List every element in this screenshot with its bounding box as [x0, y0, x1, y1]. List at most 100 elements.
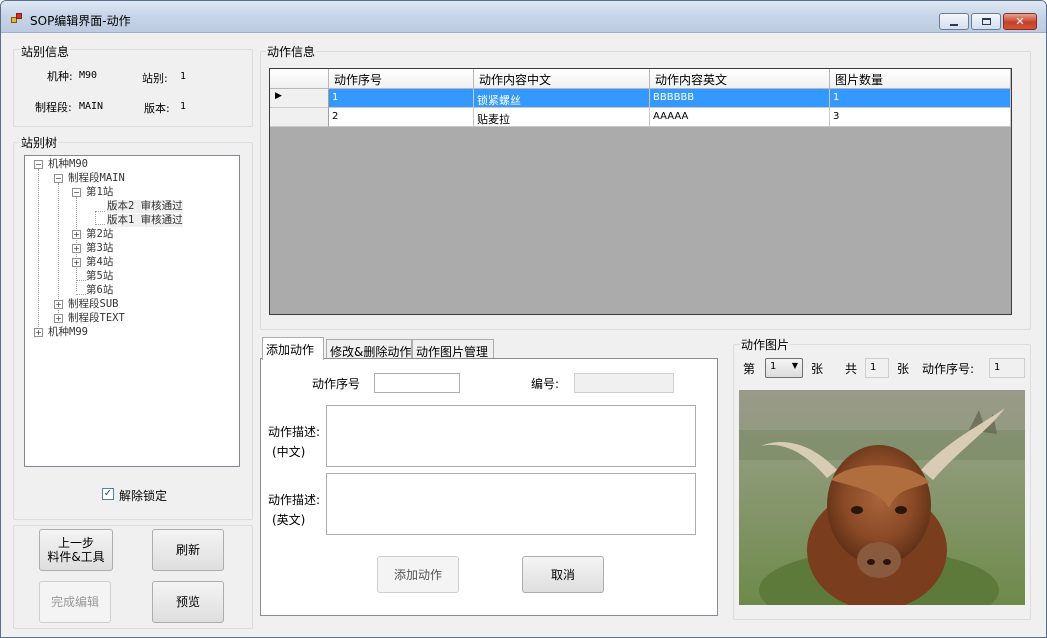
total-count: 1 [865, 358, 889, 378]
total-prefix: 共 [845, 362, 858, 376]
prev-step-line2: 料件&工具 [47, 550, 105, 564]
action-info-title: 动作信息 [266, 43, 317, 60]
column-header-cn[interactable]: 动作内容中文 [474, 69, 650, 89]
action-grid[interactable]: 动作序号 动作内容中文 动作内容英文 图片数量 ▶ 1 锁紧螺丝 BBBBBB … [269, 68, 1012, 315]
expand-icon[interactable]: + [72, 230, 81, 239]
process-value: MAIN [79, 101, 104, 112]
tree-node-station4[interactable]: 第4站 [86, 256, 113, 269]
station-tree-title: 站别树 [20, 134, 59, 151]
table-cell[interactable]: AAAAA [650, 108, 830, 127]
station-info-title: 站别信息 [20, 43, 71, 60]
expand-icon[interactable]: + [34, 328, 43, 337]
table-cell[interactable]: 贴麦拉 [474, 108, 650, 127]
tab-edit-delete-action[interactable]: 修改&删除动作 [326, 339, 412, 359]
app-icon [11, 13, 23, 25]
station-value: 1 [180, 71, 187, 82]
column-header-seq[interactable]: 动作序号 [329, 69, 474, 89]
minimize-icon [950, 23, 958, 26]
preview-button[interactable]: 预览 [152, 581, 224, 623]
dropdown-arrow-icon: ▼ [791, 361, 798, 370]
table-cell[interactable]: 1 [830, 89, 1011, 108]
checkbox-check-icon: ✓ [103, 488, 113, 499]
image-seq-value: 1 [994, 362, 1001, 373]
prev-step-button[interactable]: 上一步 料件&工具 [39, 529, 113, 571]
desc-cn-sub-label: (中文) [272, 445, 306, 459]
collapse-icon[interactable]: − [34, 160, 43, 169]
process-label: 制程段: [35, 101, 72, 114]
code-label: 编号: [531, 377, 560, 391]
desc-cn-textarea[interactable] [326, 405, 696, 467]
column-header-count[interactable]: 图片数量 [830, 69, 1011, 89]
tree-node-station2[interactable]: 第2站 [86, 228, 113, 241]
tree-node-station1[interactable]: 第1站 [86, 186, 113, 199]
row-header[interactable]: ▶ [270, 89, 329, 108]
version-value: 1 [180, 101, 187, 112]
tree-node-m90[interactable]: 机种M90 [48, 158, 88, 171]
model-value: M90 [79, 70, 98, 81]
add-action-button[interactable]: 添加动作 [377, 556, 459, 593]
tab-add-action[interactable]: 添加动作 [262, 337, 324, 360]
client-area: 站别信息 机种: M90 站别: 1 制程段: MAIN 版本: 1 站别树 −… [7, 35, 1041, 633]
seq-label: 动作序号 [312, 377, 361, 391]
image-seq-value-box: 1 [989, 358, 1025, 378]
column-header-en[interactable]: 动作内容英文 [650, 69, 830, 89]
row-header[interactable] [270, 108, 329, 127]
table-cell[interactable]: 1 [329, 89, 474, 108]
model-label: 机种: [47, 70, 73, 83]
maximize-button[interactable] [971, 13, 1001, 30]
tree-node-version1[interactable]: 版本1 审核通过 [107, 214, 183, 227]
unlock-checkbox[interactable]: ✓ [102, 488, 114, 500]
expand-icon[interactable]: + [72, 258, 81, 267]
tab-image-manage[interactable]: 动作图片管理 [412, 339, 494, 359]
tree-node-main[interactable]: 制程段MAIN [68, 172, 125, 185]
refresh-button[interactable]: 刷新 [152, 529, 224, 571]
page-select-value: 1 [770, 361, 777, 372]
title-bar: SOP编辑界面-动作 ✕ [1, 1, 1046, 33]
close-icon: ✕ [1015, 15, 1025, 28]
cancel-button[interactable]: 取消 [522, 556, 604, 593]
maximize-icon [981, 18, 991, 25]
page-select[interactable]: 1 ▼ [765, 358, 803, 378]
station-info-group [13, 49, 253, 127]
station-tree[interactable]: − 机种M90 − 制程段MAIN − 第1站 版本2 审核通过 版本1 审核通… [24, 155, 240, 467]
app-window: SOP编辑界面-动作 ✕ 站别信息 机种: M90 站别: 1 制程段: MAI… [0, 0, 1047, 638]
tree-node-m99[interactable]: 机种M99 [48, 326, 88, 339]
tree-node-version2[interactable]: 版本2 审核通过 [107, 200, 183, 213]
action-image-title: 动作图片 [740, 336, 791, 353]
table-cell[interactable]: 2 [329, 108, 474, 127]
total-suffix: 张 [897, 362, 910, 376]
finish-edit-button[interactable]: 完成编辑 [39, 581, 111, 623]
expand-icon[interactable]: + [54, 314, 63, 323]
page-suffix: 张 [811, 362, 824, 376]
minimize-button[interactable] [939, 13, 969, 30]
expand-icon[interactable]: + [72, 244, 81, 253]
page-prefix: 第 [743, 362, 756, 376]
tree-node-sub[interactable]: 制程段SUB [68, 298, 118, 311]
desc-en-textarea[interactable] [326, 473, 696, 535]
seq-input[interactable] [374, 373, 460, 393]
table-cell[interactable]: BBBBBB [650, 89, 830, 108]
close-button[interactable]: ✕ [1003, 13, 1037, 30]
highland-cow-image [739, 390, 1025, 605]
add-action-panel: 动作序号 编号: 动作描述: (中文) 动作描述: (英文) 添加动作 取消 [260, 358, 718, 616]
tree-node-station5[interactable]: 第5站 [86, 270, 113, 283]
tree-node-station3[interactable]: 第3站 [86, 242, 113, 255]
collapse-icon[interactable]: − [72, 188, 81, 197]
collapse-icon[interactable]: − [54, 174, 63, 183]
desc-cn-label: 动作描述: [268, 425, 321, 439]
window-title: SOP编辑界面-动作 [30, 14, 131, 28]
table-cell[interactable]: 3 [830, 108, 1011, 127]
tree-node-station6[interactable]: 第6站 [86, 284, 113, 297]
expand-icon[interactable]: + [54, 300, 63, 309]
image-seq-label: 动作序号: [922, 362, 975, 376]
unlock-label[interactable]: 解除锁定 [119, 487, 167, 504]
action-photo [739, 390, 1025, 605]
version-label: 版本: [144, 102, 170, 115]
desc-en-label: 动作描述: [268, 493, 321, 507]
total-count-value: 1 [870, 362, 877, 373]
tree-node-text[interactable]: 制程段TEXT [68, 312, 125, 325]
table-cell[interactable]: 锁紧螺丝 [474, 89, 650, 108]
row-pointer-icon: ▶ [275, 91, 282, 101]
code-input[interactable] [574, 373, 674, 393]
prev-step-line1: 上一步 [57, 536, 94, 550]
